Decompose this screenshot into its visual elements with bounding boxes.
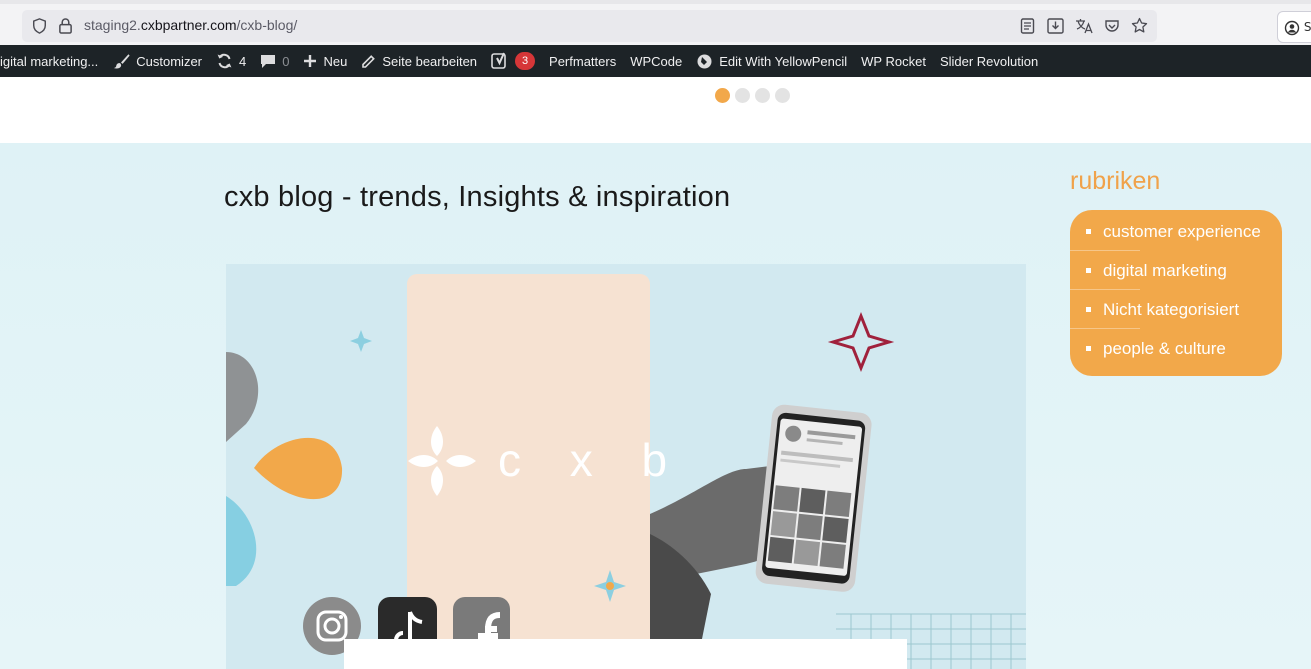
yoast-icon bbox=[491, 52, 506, 69]
updates-icon bbox=[217, 53, 232, 69]
lock-icon[interactable] bbox=[58, 17, 73, 34]
admin-wpcode[interactable]: WPCode bbox=[623, 45, 689, 77]
slider-dots bbox=[715, 88, 790, 103]
admin-new[interactable]: Neu bbox=[296, 45, 354, 77]
admin-customizer[interactable]: Customizer bbox=[105, 45, 209, 77]
category-list: customer experience digital marketing Ni… bbox=[1070, 210, 1282, 376]
url-path: /cxb-blog/ bbox=[236, 17, 298, 33]
bullet-icon bbox=[1086, 268, 1091, 273]
pocket-icon[interactable] bbox=[1102, 16, 1121, 35]
category-nicht-kategorisiert[interactable]: Nicht kategorisiert bbox=[1070, 290, 1282, 329]
category-label: Nicht kategorisiert bbox=[1103, 299, 1240, 319]
plus-icon bbox=[304, 55, 317, 67]
slider-dot-2[interactable] bbox=[735, 88, 750, 103]
slider-dot-4[interactable] bbox=[775, 88, 790, 103]
url-text[interactable]: staging2.cxbpartner.com/cxb-blog/ bbox=[84, 17, 297, 33]
comment-icon bbox=[261, 54, 276, 68]
admin-wprocket-label: WP Rocket bbox=[861, 53, 926, 69]
admin-yoast[interactable]: 3 bbox=[484, 45, 542, 77]
yoast-badge: 3 bbox=[515, 52, 536, 70]
url-domain: cxbpartner.com bbox=[140, 17, 237, 33]
category-customer-experience[interactable]: customer experience bbox=[1070, 212, 1282, 251]
admin-edit-page[interactable]: Seite bearbeiten bbox=[354, 45, 484, 77]
category-people-culture[interactable]: people & culture bbox=[1070, 329, 1282, 368]
wp-admin-bar: igital marketing... Customizer 4 0 Neu S… bbox=[0, 45, 1311, 77]
slider-dot-3[interactable] bbox=[755, 88, 770, 103]
download-icon[interactable] bbox=[1046, 16, 1065, 35]
bullet-icon bbox=[1086, 229, 1091, 234]
bookmark-star-icon[interactable] bbox=[1130, 16, 1149, 35]
url-prefix: staging2. bbox=[84, 17, 141, 33]
admin-slider-revolution[interactable]: Slider Revolution bbox=[933, 45, 1045, 77]
admin-updates[interactable]: 4 bbox=[209, 45, 253, 77]
hero-image[interactable]: c x b bbox=[226, 264, 1026, 669]
category-label: customer experience bbox=[1103, 221, 1261, 241]
admin-perfmatters[interactable]: Perfmatters bbox=[542, 45, 623, 77]
admin-comments-count: 0 bbox=[282, 53, 290, 69]
reader-view-icon[interactable] bbox=[1018, 16, 1037, 35]
admin-site-name-label: igital marketing... bbox=[0, 53, 99, 69]
phone-graphic bbox=[755, 404, 872, 592]
admin-wprocket[interactable]: WP Rocket bbox=[854, 45, 933, 77]
pencil-icon bbox=[362, 54, 376, 68]
shield-icon[interactable] bbox=[32, 18, 47, 34]
hero-illustration: c x b bbox=[226, 264, 1026, 669]
account-button[interactable]: S bbox=[1277, 11, 1311, 43]
admin-new-label: Neu bbox=[323, 53, 348, 69]
page-title: cxb blog - trends, Insights & inspiratio… bbox=[224, 181, 731, 213]
slider-strip bbox=[0, 77, 1311, 143]
admin-slider-revolution-label: Slider Revolution bbox=[939, 53, 1039, 69]
admin-comments[interactable]: 0 bbox=[253, 45, 296, 77]
yellowpencil-icon bbox=[697, 54, 712, 68]
category-digital-marketing[interactable]: digital marketing bbox=[1070, 251, 1282, 290]
admin-edit-page-label: Seite bearbeiten bbox=[382, 53, 478, 69]
sidebar-title: rubriken bbox=[1070, 167, 1161, 195]
category-label: people & culture bbox=[1103, 338, 1226, 358]
article-card[interactable] bbox=[344, 639, 907, 669]
admin-updates-count: 4 bbox=[239, 53, 247, 69]
account-label: S bbox=[1303, 20, 1311, 34]
slider-dot-1[interactable] bbox=[715, 88, 730, 103]
bullet-icon bbox=[1086, 346, 1091, 351]
admin-yellowpencil[interactable]: Edit With YellowPencil bbox=[689, 45, 854, 77]
account-icon bbox=[1284, 20, 1300, 35]
translate-icon[interactable] bbox=[1074, 16, 1093, 35]
browser-toolbar: staging2.cxbpartner.com/cxb-blog/ S bbox=[0, 0, 1311, 45]
admin-wpcode-label: WPCode bbox=[630, 53, 683, 69]
url-actions bbox=[1018, 16, 1149, 35]
admin-yellowpencil-label: Edit With YellowPencil bbox=[719, 53, 848, 69]
category-label: digital marketing bbox=[1103, 260, 1227, 280]
admin-perfmatters-label: Perfmatters bbox=[549, 53, 617, 69]
url-bar[interactable]: staging2.cxbpartner.com/cxb-blog/ bbox=[22, 10, 1157, 42]
paintbrush-icon bbox=[113, 54, 130, 69]
admin-customizer-label: Customizer bbox=[136, 53, 203, 69]
bullet-icon bbox=[1086, 307, 1091, 312]
admin-site-name[interactable]: igital marketing... bbox=[0, 45, 105, 77]
cxb-logo-text: c x b bbox=[498, 434, 685, 486]
